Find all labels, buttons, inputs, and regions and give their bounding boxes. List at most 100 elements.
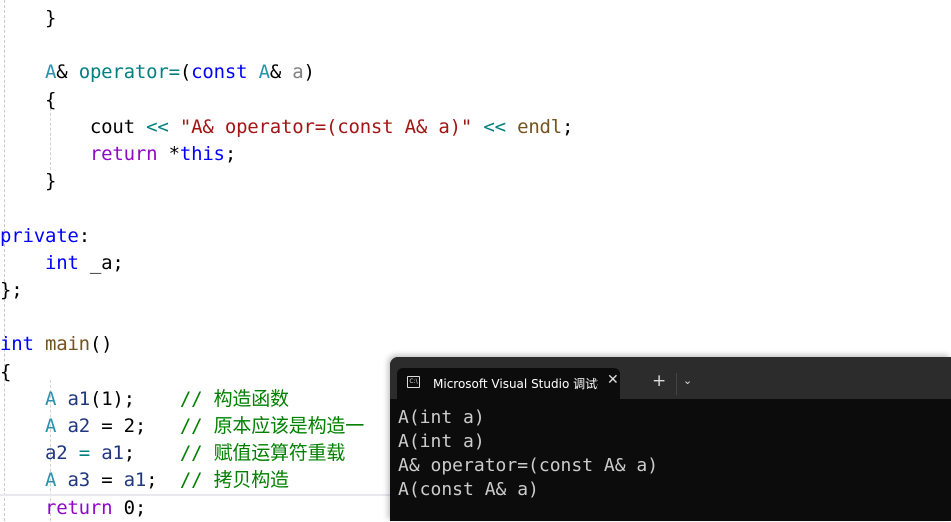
- code-token: (: [179, 61, 192, 84]
- code-token: a1: [123, 469, 147, 492]
- code-line: int main(): [0, 331, 113, 358]
- console-output-line: A(int a): [398, 407, 485, 428]
- code-line: {: [0, 87, 56, 114]
- code-line: A a1(1); // 构造函数: [0, 386, 289, 413]
- code-token: a1: [101, 442, 124, 465]
- code-line: a2 = a1; // 赋值运算符重载: [0, 440, 345, 467]
- console-window[interactable]: C:\ Microsoft Visual Studio 调试控制台 ✕ + ⌄ …: [390, 357, 951, 521]
- code-token: A: [44, 61, 57, 84]
- code-token: endl: [517, 115, 563, 138]
- code-token: a1: [67, 387, 90, 410]
- code-token: a2: [44, 442, 68, 465]
- code-token: A: [44, 387, 57, 410]
- code-token: <<: [483, 115, 506, 138]
- code-token: const: [191, 61, 248, 84]
- tab-title: Microsoft Visual Studio 调试控制台: [433, 377, 598, 391]
- code-token: }: [44, 170, 57, 193]
- code-token: *: [157, 143, 180, 165]
- console-output-line: A(int a): [398, 431, 485, 452]
- code-token: _a;: [78, 251, 124, 274]
- code-line: A a3 = a1; // 拷贝构造: [0, 467, 289, 494]
- code-token: cout: [89, 115, 135, 138]
- code-token: private: [0, 224, 79, 247]
- code-token: A: [44, 415, 57, 437]
- code-token: :: [78, 224, 90, 247]
- close-icon[interactable]: ✕: [607, 372, 619, 388]
- code-token: {: [0, 360, 12, 383]
- code-line: cout << "A& operator=(const A& a)" << en…: [0, 114, 574, 141]
- code-line: };: [0, 277, 23, 304]
- code-token: int: [44, 251, 79, 274]
- code-line: return 0;: [0, 495, 146, 522]
- console-output-line: A(const A& a): [398, 479, 539, 500]
- code-token: ;: [146, 469, 180, 492]
- code-token: A: [44, 469, 57, 492]
- code-line: {: [0, 359, 11, 386]
- code-token: &: [269, 61, 293, 84]
- code-line: A a2 = 2; // 原本应该是构造一: [0, 413, 364, 440]
- code-comment: // 构造函数: [179, 387, 289, 410]
- code-token: }: [44, 7, 57, 29]
- code-token: this: [179, 143, 225, 165]
- code-token: &: [56, 61, 79, 84]
- code-token: a2: [67, 415, 90, 437]
- code-comment: // 拷贝构造: [179, 469, 289, 492]
- terminal-icon: C:\: [407, 376, 420, 388]
- new-tab-button[interactable]: +: [652, 371, 666, 391]
- code-token: main: [44, 333, 90, 356]
- divider: [676, 373, 677, 395]
- code-token: ;: [224, 143, 237, 165]
- code-token: "A& operator=(const A& a)": [179, 115, 473, 138]
- code-token: int: [0, 333, 34, 356]
- code-token: 0;: [112, 496, 147, 519]
- code-comment: // 赋值运算符重载: [179, 442, 346, 465]
- code-comment: // 原本应该是构造一: [179, 415, 364, 437]
- code-token: a: [292, 61, 304, 84]
- terminal-tab[interactable]: C:\ Microsoft Visual Studio 调试控制台 ✕: [397, 368, 620, 399]
- code-line: int _a;: [0, 250, 124, 277]
- code-line: }: [0, 5, 56, 32]
- code-token: A: [258, 61, 270, 84]
- chevron-down-icon[interactable]: ⌄: [683, 374, 692, 387]
- code-token: (): [89, 333, 113, 356]
- code-line: A& operator=(const A& a): [0, 59, 315, 86]
- code-token: =: [89, 469, 124, 492]
- console-output-line: A& operator=(const A& a): [398, 455, 659, 476]
- code-token: operator=: [78, 61, 180, 84]
- code-token: <<: [146, 115, 169, 138]
- code-token: {: [44, 88, 57, 111]
- code-token: a3: [67, 469, 90, 492]
- code-line: private:: [0, 223, 90, 250]
- code-token: (1);: [89, 387, 180, 410]
- code-line: }: [0, 168, 56, 195]
- code-token: ): [303, 61, 315, 84]
- code-token: ;: [123, 442, 180, 465]
- code-token: };: [0, 279, 23, 301]
- code-line: return *this;: [0, 141, 236, 168]
- code-token: return: [89, 143, 158, 165]
- terminal-tab-bar: C:\ Microsoft Visual Studio 调试控制台 ✕ + ⌄: [390, 357, 951, 399]
